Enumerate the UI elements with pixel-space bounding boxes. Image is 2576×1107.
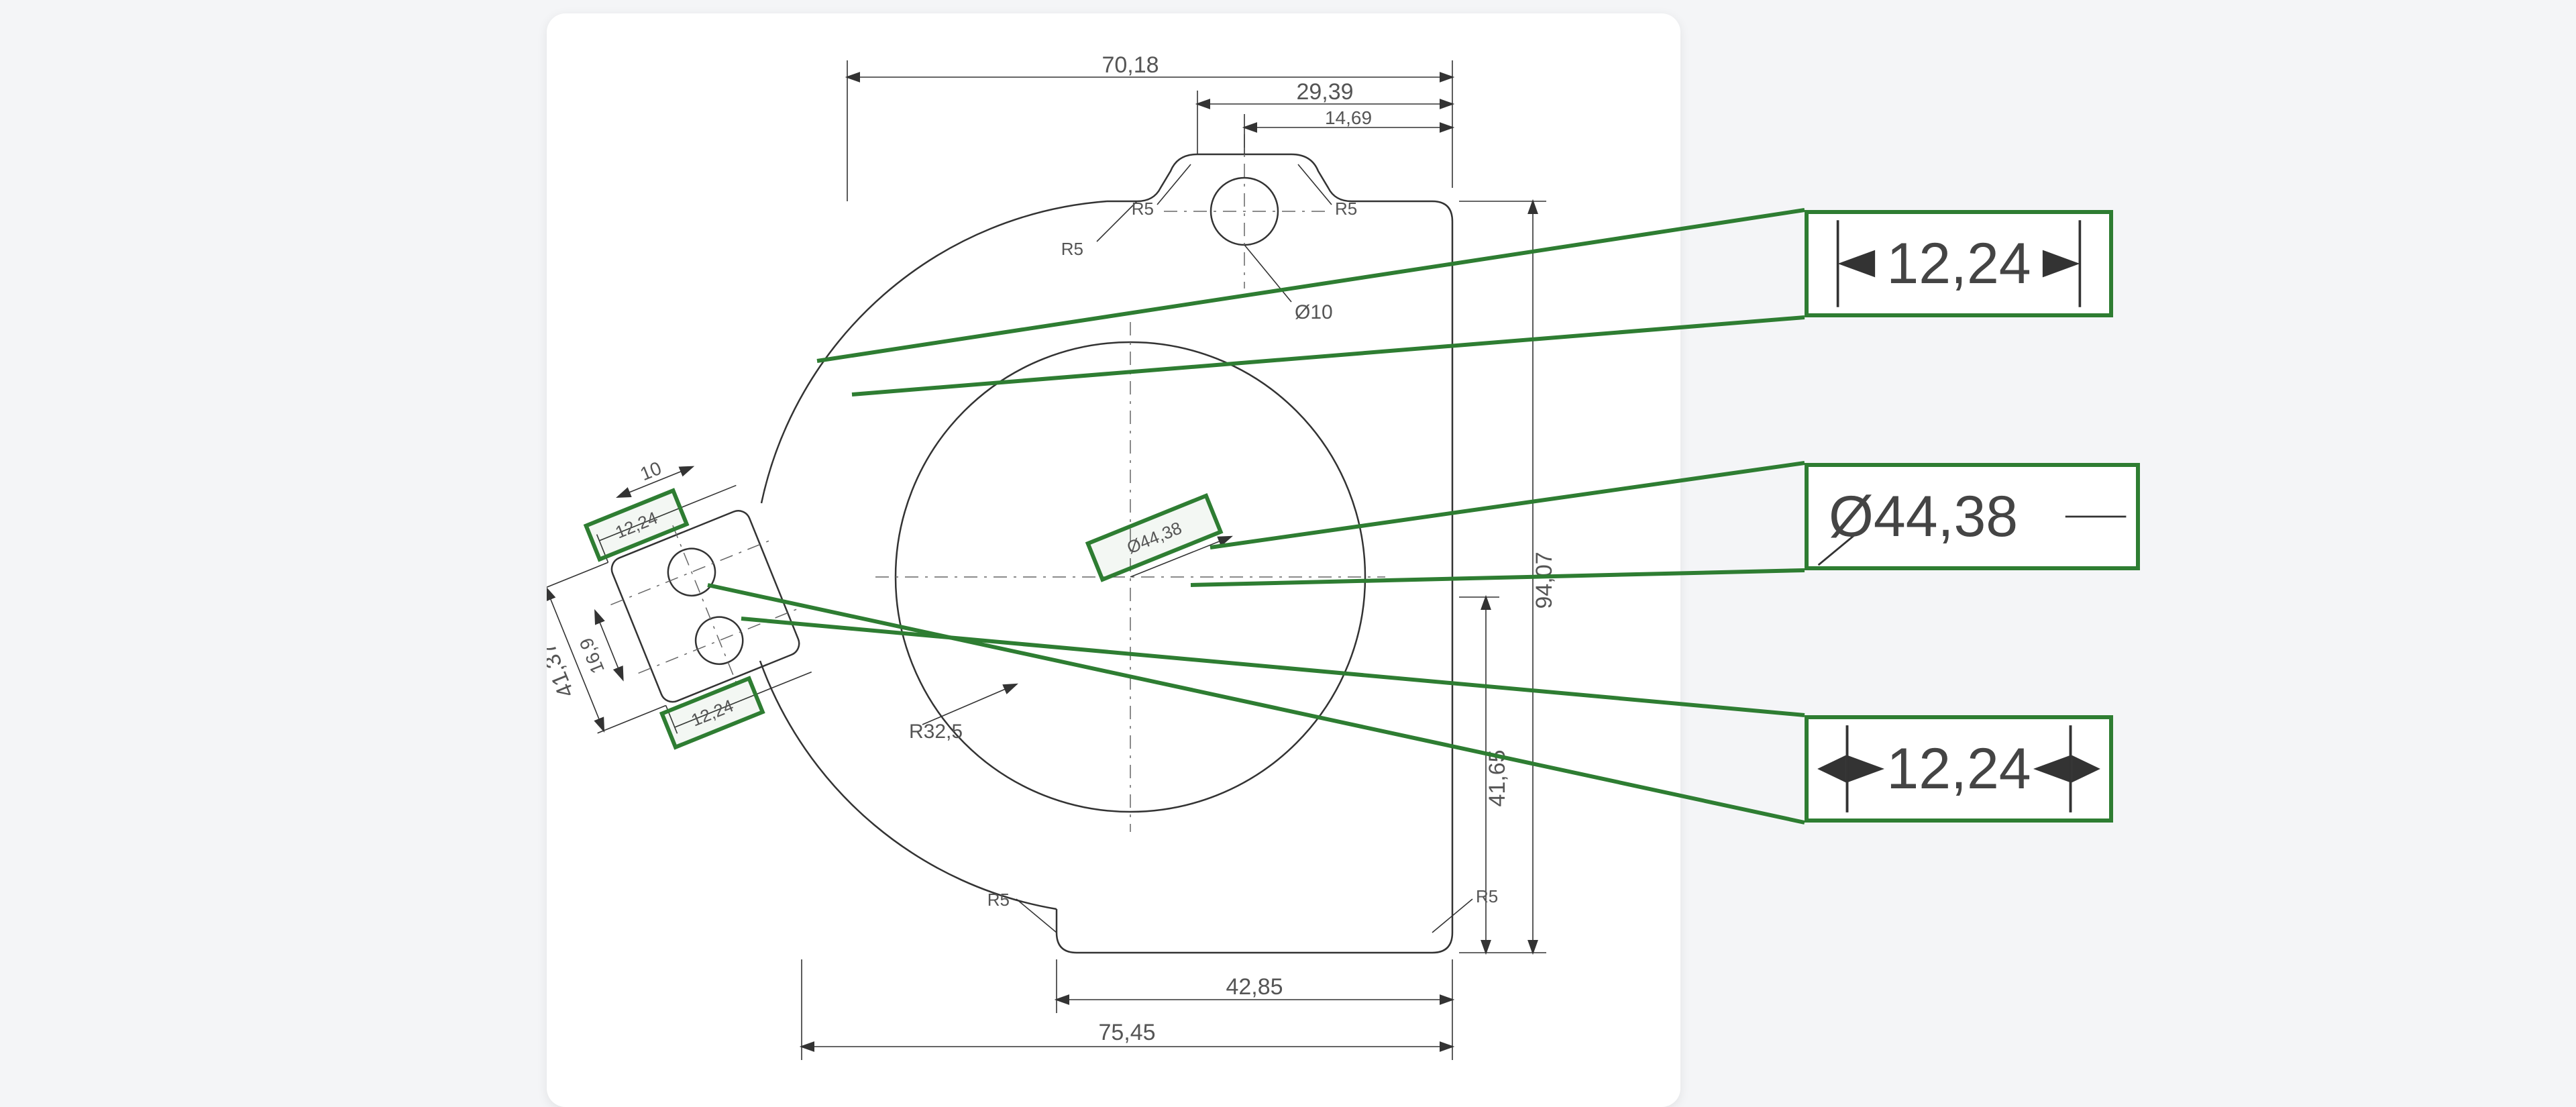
dim-fillet-tab-l: R5 (1132, 199, 1154, 219)
dim-top-hole-dia: Ø10 (1295, 301, 1333, 323)
dim-fillet-tl: R5 (1061, 239, 1083, 259)
dim-left-tab-spacing: 16,9 (576, 635, 608, 676)
dim-left-tab-width: 10 (637, 458, 665, 484)
callout-1: 12,24 (1805, 210, 2113, 317)
drawing-card: 70,18 29,39 14,69 Ø10 94,07 41,65 75,45 … (547, 13, 1680, 1107)
dim-overall-width: 75,45 (1098, 1020, 1155, 1045)
callout-2: Ø44,38 (1805, 463, 2140, 570)
dim-left-tab-len: 41,37 (547, 639, 580, 701)
dim-top-width: 70,18 (1102, 52, 1159, 78)
dim-right-height: 94,07 (1532, 551, 1557, 609)
dim-bottom-width: 42,85 (1226, 974, 1283, 1000)
dim-top-tab-half: 14,69 (1325, 107, 1372, 128)
part-outline (608, 154, 1452, 953)
dim-top-tab-offset: 29,39 (1296, 79, 1353, 105)
highlight-boxes (586, 490, 1221, 747)
dim-right-partial: 41,65 (1485, 749, 1510, 806)
dim-fillet-bl: R5 (987, 890, 1010, 910)
callout-1-text: 12,24 (1809, 214, 2109, 313)
technical-drawing: 70,18 29,39 14,69 Ø10 94,07 41,65 75,45 … (547, 13, 1680, 1107)
callout-2-text: Ø44,38 (1829, 467, 2018, 566)
callout-3-text: 12,24 (1809, 719, 2109, 819)
stage: 70,18 29,39 14,69 Ø10 94,07 41,65 75,45 … (0, 0, 2576, 1104)
dim-fillet-br: R5 (1476, 886, 1498, 906)
dim-outer-radius: R32,5 (909, 721, 963, 743)
callout-3: 12,24 (1805, 715, 2113, 823)
dim-fillet-tab-r: R5 (1335, 199, 1357, 219)
